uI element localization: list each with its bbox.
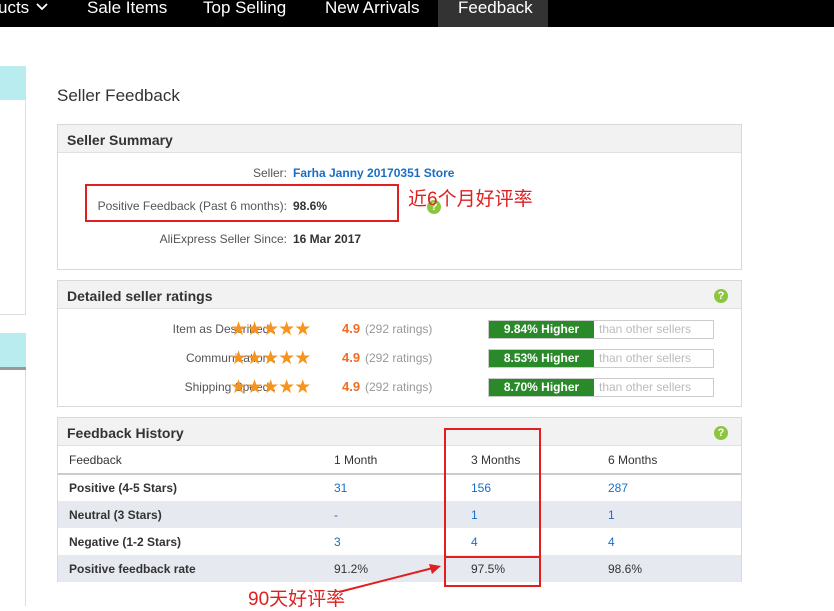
cell-link[interactable]: 1 (597, 501, 741, 528)
star-icon: ★ (294, 348, 311, 369)
nav-item-products[interactable]: ucts (0, 0, 48, 27)
comparison-percent: 9.84% Higher (489, 321, 594, 338)
sidebar-block (0, 66, 26, 100)
rating-count: (292 ratings) (365, 380, 433, 394)
cell-link[interactable]: 287 (597, 474, 741, 501)
star-icon: ★ (246, 348, 263, 369)
star-icon: ★ (230, 377, 247, 398)
row-label: Neutral (3 Stars) (58, 501, 323, 528)
comparison-bar: 9.84% Higher than other sellers (488, 320, 714, 339)
annotation-box (444, 428, 541, 558)
seller-label: Seller: (252, 166, 287, 180)
cell-link[interactable]: 31 (323, 474, 460, 501)
comparison-text: than other sellers (599, 351, 692, 365)
nav-item-sale-items[interactable]: Sale Items (87, 0, 167, 27)
nav-item-label: New Arrivals (325, 0, 420, 17)
table-row: Neutral (3 Stars) - 1 1 (58, 501, 741, 528)
comparison-text: than other sellers (599, 322, 692, 336)
panel-header: Seller Summary (58, 125, 741, 153)
rating-count: (292 ratings) (365, 351, 433, 365)
nav-item-label: Sale Items (87, 0, 168, 17)
nav-item-top-selling[interactable]: Top Selling (203, 0, 286, 27)
sidebar-divider (0, 367, 26, 370)
nav-item-label: Top Selling (203, 0, 287, 17)
star-rating: ★★★★★ (230, 319, 311, 340)
star-rating: ★★★★★ (230, 377, 311, 398)
column-header: 1 Month (323, 447, 460, 475)
star-rating: ★★★★★ (230, 348, 311, 369)
nav-item-feedback[interactable]: Feedback (438, 0, 548, 27)
rating-score: 4.9 (342, 350, 361, 365)
sidebar-block (0, 333, 26, 367)
star-icon: ★ (278, 348, 295, 369)
panel-header: Feedback History ? (58, 418, 741, 446)
rating-score: 4.9 (342, 321, 361, 336)
help-icon[interactable]: ? (714, 426, 728, 440)
seller-name-link[interactable]: Farha Janny 20170351 Store (293, 166, 454, 180)
cell-link[interactable]: 4 (597, 528, 741, 555)
nav-item-label: ucts (0, 0, 30, 17)
sidebar-divider (0, 314, 26, 315)
row-label: Positive feedback rate (58, 555, 323, 582)
star-icon: ★ (246, 319, 263, 340)
cell-value: 98.6% (597, 555, 741, 582)
annotation-arrow-icon (338, 564, 441, 593)
comparison-bar: 8.53% Higher than other sellers (488, 349, 714, 368)
star-icon: ★ (278, 377, 295, 398)
panel-heading: Feedback History (67, 425, 184, 441)
seller-since-value: 16 Mar 2017 (293, 232, 362, 246)
panel-heading: Seller Summary (67, 132, 173, 148)
star-icon: ★ (278, 319, 295, 340)
rating-score: 4.9 (342, 379, 361, 394)
annotation-label: 90天好评率 (248, 589, 346, 610)
feedback-history-panel: Feedback History ? Feedback 1 Month 3 Mo… (57, 417, 742, 582)
star-icon: ★ (294, 377, 311, 398)
row-label: Negative (1-2 Stars) (69, 534, 182, 549)
panel-header: Detailed seller ratings ? (58, 281, 741, 309)
star-icon: ★ (262, 319, 279, 340)
table-header-row: Feedback 1 Month 3 Months 6 Months (58, 447, 741, 475)
comparison-bar: 8.70% Higher than other sellers (488, 378, 714, 397)
panel-heading: Detailed seller ratings (67, 288, 213, 304)
star-icon: ★ (246, 377, 263, 398)
column-header: Feedback (58, 447, 323, 475)
page-title: Seller Feedback (57, 86, 180, 105)
chevron-down-icon (36, 3, 48, 11)
annotation-box (85, 184, 399, 222)
sidebar-divider (25, 370, 26, 606)
nav-item-label: Feedback (458, 0, 533, 17)
sidebar-divider (25, 100, 26, 315)
cell-value: - (323, 501, 460, 528)
star-icon: ★ (262, 348, 279, 369)
comparison-text: than other sellers (599, 380, 692, 394)
help-icon[interactable]: ? (714, 289, 728, 303)
rating-count: (292 ratings) (365, 322, 433, 336)
annotation-box (444, 556, 541, 587)
annotation-label: 近6个月好评率 (408, 189, 533, 210)
star-icon: ★ (230, 348, 247, 369)
star-icon: ★ (230, 319, 247, 340)
table-row: Positive (4-5 Stars) 31 156 287 (58, 474, 741, 501)
detailed-ratings-panel: Detailed seller ratings ? Item as Descri… (57, 280, 742, 407)
seller-since-label: AliExpress Seller Since: (159, 232, 287, 246)
cell-link[interactable]: 3 (323, 528, 460, 555)
top-nav: ucts Sale Items Top Selling New Arrivals… (0, 0, 834, 27)
comparison-percent: 8.70% Higher (489, 379, 594, 396)
star-icon: ★ (294, 319, 311, 340)
row-label: Positive (4-5 Stars) (69, 481, 178, 495)
column-header: 6 Months (597, 447, 741, 475)
star-icon: ★ (262, 377, 279, 398)
nav-item-new-arrivals[interactable]: New Arrivals (325, 0, 419, 27)
table-row: Negative (1-2 Stars) 3 4 4 (58, 528, 741, 555)
comparison-percent: 8.53% Higher (489, 350, 594, 367)
